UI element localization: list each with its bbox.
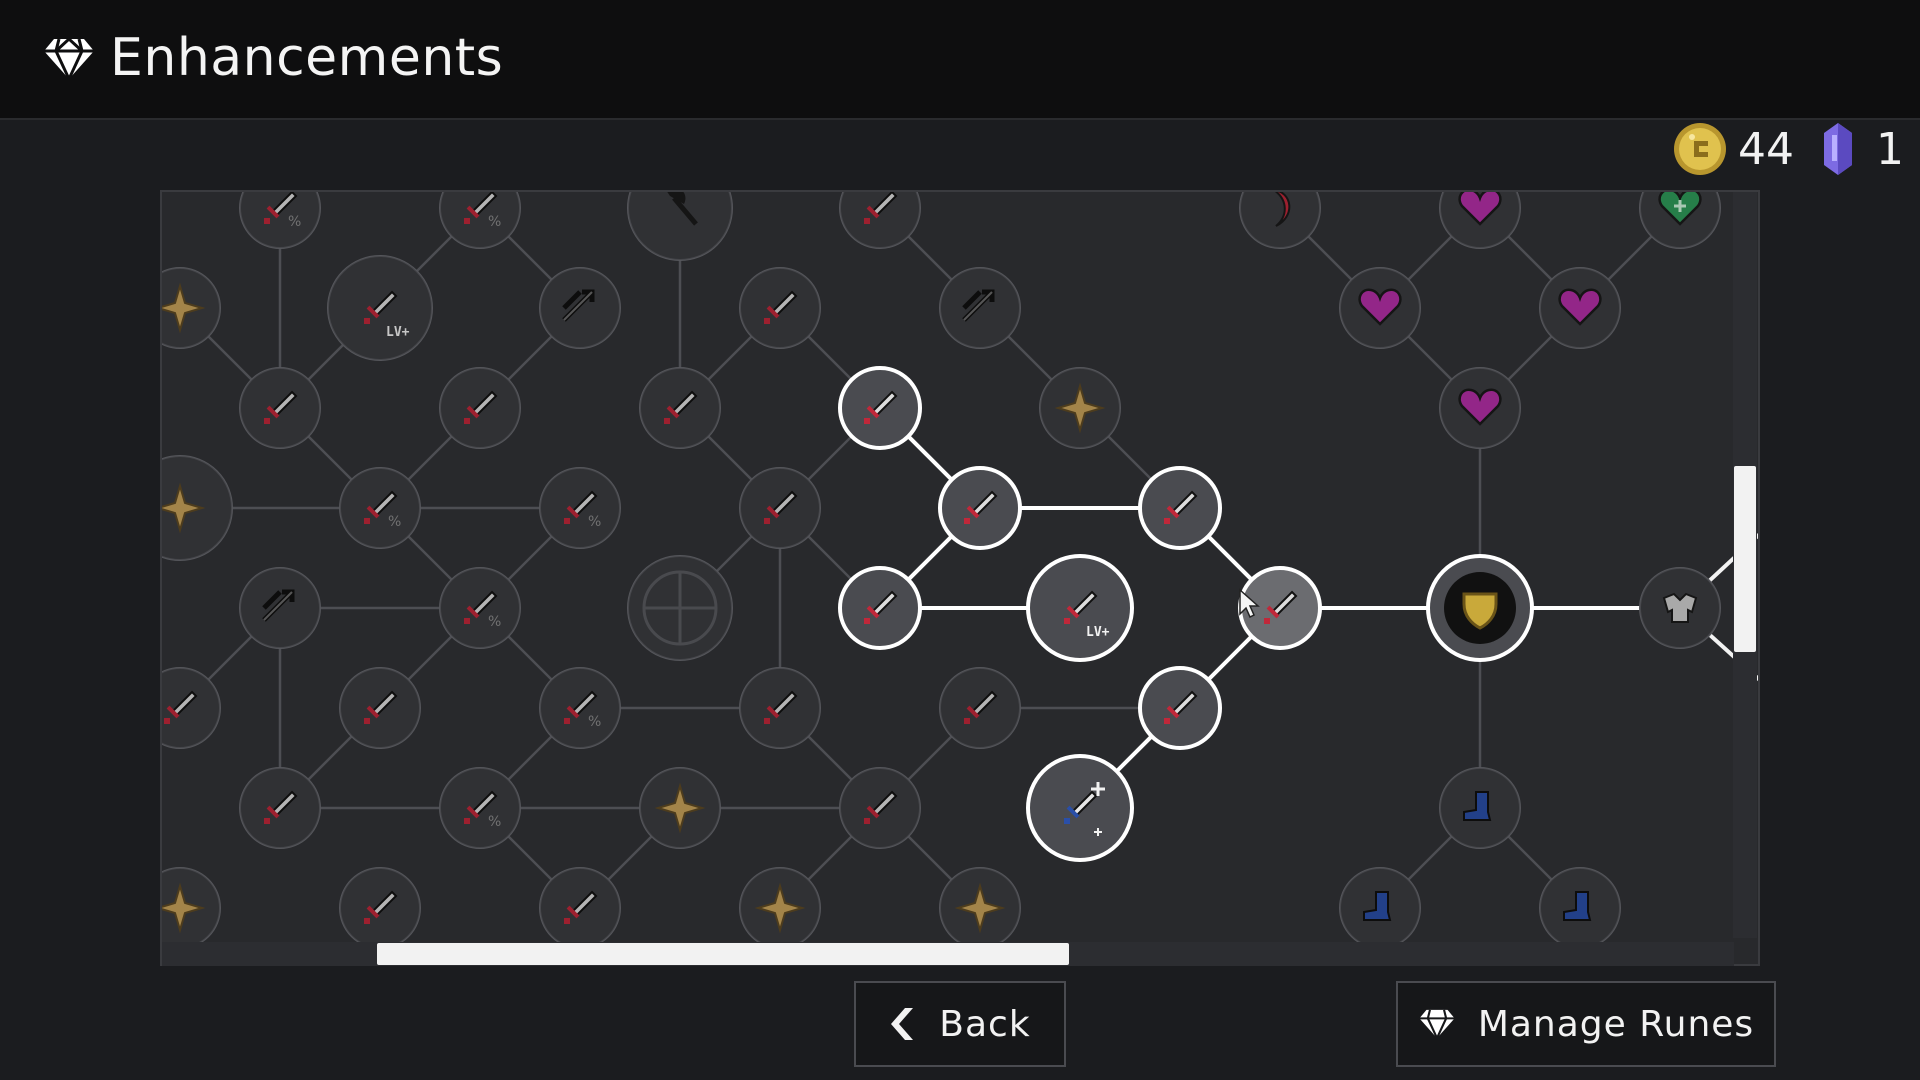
tree-node-sword[interactable] xyxy=(839,767,921,849)
svg-text:LV+: LV+ xyxy=(1086,625,1110,640)
tree-node-sword[interactable] xyxy=(339,667,421,749)
tree-node-star[interactable] xyxy=(162,455,233,561)
tree-node-sword[interactable] xyxy=(938,466,1022,550)
tree-node-moon[interactable] xyxy=(1239,192,1321,249)
tree-node-axe[interactable] xyxy=(627,192,733,261)
tree-node-arrows[interactable] xyxy=(539,267,621,349)
tree-node-sword[interactable] xyxy=(1238,566,1322,650)
tree-node-sword[interactable] xyxy=(739,467,821,549)
tree-node-heart[interactable] xyxy=(1439,367,1521,449)
tree-node-sword[interactable] xyxy=(1138,666,1222,750)
tree-node-sword[interactable] xyxy=(739,267,821,349)
diamond-icon xyxy=(44,36,94,83)
tree-node-sword[interactable] xyxy=(239,767,321,849)
top-bar: Enhancements xyxy=(0,0,1920,120)
tree-node-sword[interactable] xyxy=(339,867,421,949)
tree-node-arrows[interactable] xyxy=(939,267,1021,349)
tree-node-sword-crit[interactable]: % xyxy=(539,667,621,749)
tree-node-shield[interactable] xyxy=(1426,554,1534,662)
tree-node-sword[interactable] xyxy=(539,867,621,949)
tree-node-sword-level[interactable]: LV+ xyxy=(1026,554,1134,662)
tree-node-sword[interactable] xyxy=(838,366,922,450)
crystal-counter: 1 xyxy=(1810,121,1904,177)
tree-node-sword-crit[interactable]: % xyxy=(539,467,621,549)
back-arrow-icon xyxy=(891,1008,914,1040)
tree-node-star[interactable] xyxy=(739,867,821,949)
purple-crystal-icon xyxy=(1824,123,1852,175)
coin-counter: 44 xyxy=(1672,121,1794,177)
back-button-label: Back xyxy=(939,1003,1031,1045)
tree-node-sword-crit[interactable]: % xyxy=(239,192,321,249)
tree-node-boot[interactable] xyxy=(1339,867,1421,949)
tree-node-armor[interactable] xyxy=(1639,567,1721,649)
tree-node-sword[interactable] xyxy=(939,667,1021,749)
tree-node-boot[interactable] xyxy=(1439,767,1521,849)
shield-icon xyxy=(1444,572,1516,644)
tree-node-sword[interactable] xyxy=(839,192,921,249)
tree-node-arrows[interactable] xyxy=(239,567,321,649)
crystal-value: 1 xyxy=(1876,123,1904,175)
tree-node-sword-crit[interactable]: % xyxy=(439,567,521,649)
tree-node-heart[interactable] xyxy=(1439,192,1521,249)
skill-tree-panel[interactable]: %% LV+%%% LV+%% xyxy=(160,190,1760,966)
diamond-icon xyxy=(1419,1009,1455,1041)
tree-node-sword-crit[interactable]: % xyxy=(439,192,521,249)
tree-node-sword[interactable] xyxy=(639,367,721,449)
tree-node-sword[interactable] xyxy=(739,667,821,749)
currency-bar: 44 1 xyxy=(1672,118,1920,180)
horizontal-scroll-thumb[interactable] xyxy=(377,943,1069,965)
page-title: Enhancements xyxy=(110,28,504,88)
skill-tree[interactable]: % %LV+% %%LV+%% xyxy=(162,192,1760,966)
back-button[interactable]: Back xyxy=(854,981,1066,1067)
tree-node-heart[interactable] xyxy=(1339,267,1421,349)
tree-node-sword-crit[interactable]: % xyxy=(339,467,421,549)
tree-node-star[interactable] xyxy=(162,267,221,349)
tree-node-crosshair[interactable] xyxy=(627,555,733,661)
tree-node-sword[interactable] xyxy=(1138,466,1222,550)
tree-node-sword-level[interactable]: LV+ xyxy=(327,255,433,361)
tree-node-green-heart[interactable] xyxy=(1639,192,1721,249)
vertical-scroll-thumb[interactable] xyxy=(1734,466,1756,652)
title-wrap: Enhancements xyxy=(42,28,503,88)
tree-node-sword[interactable] xyxy=(239,367,321,449)
tree-node-boot[interactable] xyxy=(1539,867,1621,949)
tree-node-sword-crit[interactable]: % xyxy=(439,767,521,849)
tree-node-star[interactable] xyxy=(1039,367,1121,449)
tree-nodes: % %LV+% %%LV+%% xyxy=(162,192,1721,949)
tree-node-sword[interactable] xyxy=(838,566,922,650)
coin-value: 44 xyxy=(1738,123,1794,175)
tree-node-star[interactable] xyxy=(639,767,721,849)
gold-coin-icon xyxy=(1674,123,1726,175)
tree-node-heart[interactable] xyxy=(1539,267,1621,349)
tree-node-star[interactable] xyxy=(939,867,1021,949)
tree-node-sword[interactable] xyxy=(162,667,221,749)
tree-node-sword[interactable] xyxy=(439,367,521,449)
manage-runes-button-label: Manage Runes xyxy=(1477,1003,1755,1045)
manage-runes-button[interactable]: Manage Runes xyxy=(1396,981,1776,1067)
tree-node-star[interactable] xyxy=(162,867,221,949)
tree-node-blue-sword[interactable] xyxy=(1026,754,1134,862)
